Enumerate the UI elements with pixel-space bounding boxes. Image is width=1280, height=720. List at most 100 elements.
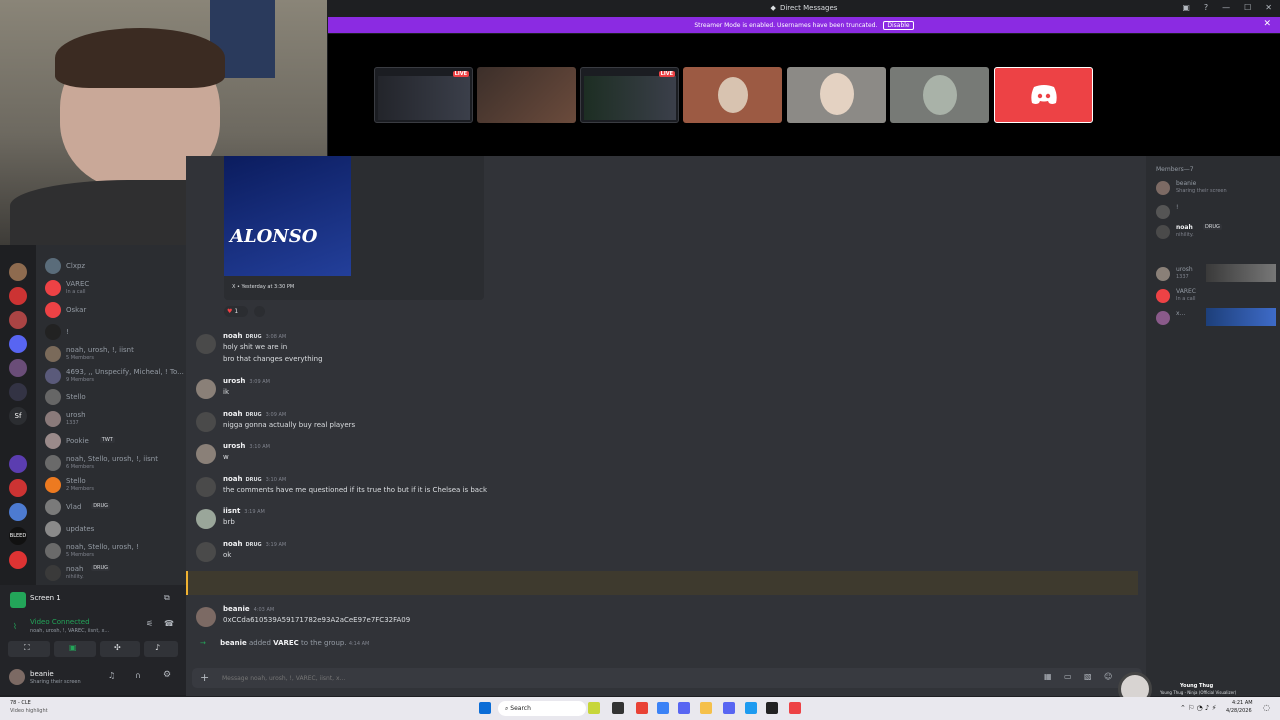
- message[interactable]: noah DRUG 3:10 AM the comments have me ques…: [196, 475, 1136, 498]
- server-icon[interactable]: [9, 383, 27, 401]
- server-icon[interactable]: Sf: [9, 407, 27, 425]
- embed-image[interactable]: ALONSO: [224, 156, 351, 276]
- app-icon[interactable]: [789, 702, 801, 714]
- avatar[interactable]: [196, 412, 216, 432]
- message[interactable]: iisnt 3:19 AM brb: [196, 507, 1136, 530]
- camera-button[interactable]: ⛶: [8, 641, 50, 657]
- member-item[interactable]: noah DRUG nihility.: [1156, 222, 1276, 244]
- server-icon[interactable]: [9, 503, 27, 521]
- message-author[interactable]: noah: [223, 332, 243, 340]
- gift-icon[interactable]: ▦: [1044, 672, 1052, 681]
- avatar[interactable]: [196, 444, 216, 464]
- edge-icon[interactable]: [657, 702, 669, 714]
- dm-item[interactable]: Clxpz: [45, 255, 185, 277]
- system-actor[interactable]: beanie: [220, 639, 247, 647]
- taskbar-search[interactable]: ⌕ Search: [498, 701, 586, 716]
- terminal-icon[interactable]: [766, 702, 778, 714]
- stream-tile-3[interactable]: LIVE: [580, 67, 679, 123]
- minimize-button[interactable]: —: [1222, 3, 1230, 12]
- message[interactable]: noah DRUG 3:19 AM ok: [196, 540, 1136, 563]
- server-icon[interactable]: [9, 359, 27, 377]
- server-icon[interactable]: [9, 455, 27, 473]
- message[interactable]: noah DRUG 3:09 AM nigga gonna actually buy …: [196, 410, 1136, 433]
- dm-item[interactable]: Pookie TWT: [45, 430, 185, 452]
- dm-item[interactable]: urosh 1337: [45, 408, 185, 430]
- avatar[interactable]: [196, 334, 216, 354]
- message[interactable]: noah DRUG 3:08 AM holy shit we are in bro th…: [196, 332, 1136, 366]
- message-composer[interactable]: + ▦ ▭ ▧ ☺: [192, 668, 1142, 688]
- chrome-icon[interactable]: [636, 702, 648, 714]
- avatar[interactable]: [196, 542, 216, 562]
- member-item[interactable]: beanie Sharing their screen: [1156, 178, 1276, 200]
- video-tile-2[interactable]: [477, 67, 576, 123]
- user-tile-7[interactable]: [994, 67, 1093, 123]
- message-author[interactable]: urosh: [223, 377, 245, 385]
- message-author[interactable]: beanie: [223, 605, 250, 613]
- server-icon[interactable]: [9, 551, 27, 569]
- message-author[interactable]: noah: [223, 540, 243, 548]
- server-icon[interactable]: BLEED: [9, 527, 27, 545]
- server-icon[interactable]: [9, 335, 27, 353]
- maximize-button[interactable]: ☐: [1244, 3, 1251, 12]
- message-author[interactable]: noah: [223, 475, 243, 483]
- dm-item[interactable]: noah, Stello, urosh, ! 5 Members: [45, 540, 185, 562]
- member-item[interactable]: VAREC In a call: [1156, 286, 1276, 308]
- dm-item[interactable]: noah DRUG nihility.: [45, 562, 185, 584]
- dm-item[interactable]: noah, Stello, urosh, !, iisnt 6 Members: [45, 452, 185, 474]
- popout-icon[interactable]: ⧉: [164, 593, 170, 603]
- dm-item[interactable]: Oskar: [45, 299, 185, 321]
- user-tile-6[interactable]: [890, 67, 989, 123]
- server-icon[interactable]: [9, 263, 27, 281]
- user-tile-4[interactable]: [683, 67, 782, 123]
- settings-gear-icon[interactable]: ⚙: [163, 670, 171, 680]
- close-banner-icon[interactable]: ✕: [1263, 19, 1271, 29]
- system-tray-icons[interactable]: ⌃ ⚐ ◔ ♪ ⚡: [1180, 704, 1217, 712]
- inbox-icon[interactable]: ▣: [1182, 3, 1190, 12]
- discord-icon[interactable]: [678, 702, 690, 714]
- message[interactable]: urosh 3:09 AM ik: [196, 377, 1136, 400]
- emoji-icon[interactable]: ☺: [1104, 672, 1112, 681]
- clock-time[interactable]: 4:21 AM: [1232, 700, 1253, 706]
- widgets-icon[interactable]: [588, 702, 600, 714]
- message-input[interactable]: [222, 671, 922, 685]
- file-explorer-icon[interactable]: [700, 702, 712, 714]
- dm-item[interactable]: Stello: [45, 386, 185, 408]
- close-window-button[interactable]: ✕: [1265, 3, 1272, 12]
- message-author[interactable]: iisnt: [223, 507, 240, 515]
- user-tile-5[interactable]: [787, 67, 886, 123]
- avatar[interactable]: [196, 509, 216, 529]
- avatar[interactable]: [9, 669, 25, 685]
- add-attachment-icon[interactable]: +: [200, 671, 209, 684]
- reaction-heart[interactable]: ♥ 1: [224, 306, 248, 317]
- mute-icon[interactable]: ♫: [108, 671, 115, 680]
- avatar[interactable]: [196, 379, 216, 399]
- stream-tile-1[interactable]: LIVE: [374, 67, 473, 123]
- message-author[interactable]: urosh: [223, 442, 245, 450]
- notification-icon[interactable]: ◌: [1263, 703, 1270, 712]
- activities-button[interactable]: ✣: [100, 641, 140, 657]
- member-item[interactable]: !: [1156, 202, 1276, 224]
- discord-taskbar-icon[interactable]: [723, 702, 735, 714]
- noise-suppression-icon[interactable]: ⚟: [146, 619, 153, 628]
- message[interactable]: beanie 4:03 AM 0xCCda610539A59171782e93A2a…: [196, 605, 1136, 628]
- help-icon[interactable]: ?: [1204, 3, 1208, 12]
- dm-item[interactable]: !: [45, 321, 185, 343]
- server-icon[interactable]: [9, 287, 27, 305]
- dm-item[interactable]: 4693, ,, Unspecify, Micheal, ! To... 9 Me…: [45, 365, 185, 387]
- disable-streamer-button[interactable]: Disable: [883, 20, 914, 30]
- dm-item[interactable]: Stello 2 Members: [45, 474, 185, 496]
- add-reaction-icon[interactable]: [254, 306, 265, 317]
- dm-item[interactable]: VAREC In a call: [45, 277, 185, 299]
- browser-icon[interactable]: [745, 702, 757, 714]
- soundboard-button[interactable]: ♪: [144, 641, 178, 657]
- clock-date[interactable]: 4/28/2026: [1226, 708, 1252, 714]
- avatar[interactable]: [196, 607, 216, 627]
- windows-start-icon[interactable]: [479, 702, 491, 714]
- share-screen-button[interactable]: ▣: [54, 641, 96, 657]
- sticker-icon[interactable]: ▧: [1084, 672, 1092, 681]
- dm-item[interactable]: Vlad DRUG: [45, 496, 185, 518]
- gif-icon[interactable]: ▭: [1064, 672, 1072, 681]
- message[interactable]: urosh 3:10 AM w: [196, 442, 1136, 465]
- headphones-icon[interactable]: ∩: [135, 671, 141, 680]
- disconnect-icon[interactable]: ☎: [164, 619, 174, 628]
